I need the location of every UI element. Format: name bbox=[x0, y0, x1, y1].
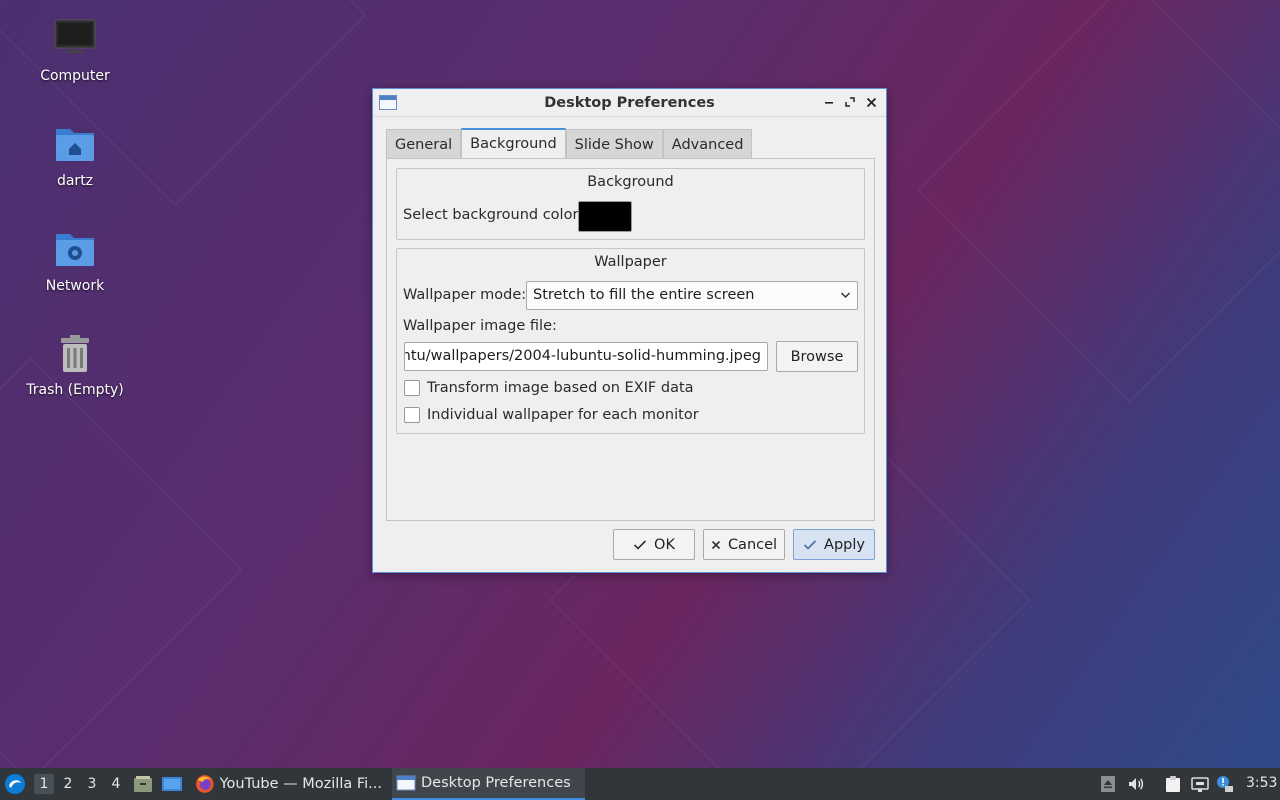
eject-icon[interactable] bbox=[1099, 775, 1117, 793]
wallpaper-mode-value: Stretch to fill the entire screen bbox=[533, 287, 755, 303]
individual-wallpaper-label: Individual wallpaper for each monitor bbox=[427, 407, 699, 423]
workspace-3-button[interactable]: 3 bbox=[82, 774, 102, 794]
background-tab-panel: Background Select background color: Wall… bbox=[386, 158, 875, 521]
ok-label: OK bbox=[654, 536, 675, 553]
background-color-label: Select background color: bbox=[403, 207, 584, 223]
desktop-preferences-dialog: Desktop Preferences General Background S… bbox=[372, 88, 887, 573]
window-icon bbox=[396, 775, 416, 791]
background-color-button[interactable] bbox=[578, 201, 632, 232]
task-desktop-preferences[interactable]: Desktop Preferences bbox=[392, 768, 585, 800]
checkmark-icon bbox=[803, 539, 817, 550]
clock[interactable]: 3:53 bbox=[1246, 775, 1277, 791]
title-bar[interactable]: Desktop Preferences bbox=[373, 89, 886, 117]
workspace-2-button[interactable]: 2 bbox=[58, 774, 78, 794]
workspace-1-button[interactable]: 1 bbox=[34, 774, 54, 794]
desktop-icon-home[interactable]: dartz bbox=[20, 123, 130, 189]
exif-label: Transform image based on EXIF data bbox=[427, 380, 694, 396]
desktop-icon-label: Computer bbox=[40, 68, 110, 84]
wallpaper-group: Wallpaper Wallpaper mode: Stretch to fil… bbox=[396, 248, 865, 434]
wallpaper-file-input[interactable]: ›untu/wallpapers/2004-lubuntu-solid-humm… bbox=[404, 342, 768, 371]
dialog-title: Desktop Preferences bbox=[544, 94, 715, 111]
wallpaper-group-title: Wallpaper bbox=[594, 254, 667, 270]
desktop-icon-trash[interactable]: Trash (Empty) bbox=[20, 332, 130, 398]
show-desktop-launcher[interactable] bbox=[161, 768, 185, 800]
monitor-checkbox-row[interactable]: Individual wallpaper for each monitor bbox=[404, 407, 699, 423]
wallpaper-file-value: ›untu/wallpapers/2004-lubuntu-solid-humm… bbox=[404, 348, 761, 364]
desktop-icon bbox=[162, 777, 182, 791]
tab-bar: General Background Slide Show Advanced bbox=[386, 128, 753, 159]
close-button[interactable] bbox=[862, 93, 880, 111]
file-manager-launcher[interactable] bbox=[133, 768, 155, 800]
chevron-down-icon bbox=[840, 282, 851, 319]
start-menu-button[interactable] bbox=[4, 768, 28, 800]
task-label: Desktop Preferences bbox=[421, 775, 571, 791]
desktop-icon-network[interactable]: Network bbox=[20, 228, 130, 294]
individual-wallpaper-checkbox[interactable] bbox=[404, 407, 420, 423]
update-notifier-icon[interactable] bbox=[1216, 775, 1234, 793]
ok-button[interactable]: OK bbox=[613, 529, 695, 560]
network-status-icon[interactable] bbox=[1191, 775, 1209, 793]
lubuntu-logo-icon bbox=[5, 774, 25, 794]
taskbar: 1 2 3 4 YouTube — Mozilla Fi... Desktop … bbox=[0, 768, 1280, 800]
desktop-icon-label: dartz bbox=[56, 173, 94, 189]
cancel-x-icon bbox=[711, 540, 721, 549]
file-manager-icon bbox=[134, 776, 152, 792]
desktop-icon-label: Trash (Empty) bbox=[26, 382, 124, 398]
background-group-title: Background bbox=[587, 174, 674, 190]
maximize-icon bbox=[845, 97, 855, 107]
tab-slide-show[interactable]: Slide Show bbox=[565, 129, 663, 159]
background-shape bbox=[917, 0, 1280, 403]
desktop-icon-computer[interactable]: Computer bbox=[20, 18, 130, 84]
tab-general[interactable]: General bbox=[386, 129, 462, 159]
minimize-button[interactable] bbox=[820, 93, 838, 111]
tab-advanced[interactable]: Advanced bbox=[662, 129, 753, 159]
maximize-button[interactable] bbox=[841, 93, 859, 111]
apply-button[interactable]: Apply bbox=[793, 529, 875, 560]
task-firefox[interactable]: YouTube — Mozilla Fi... bbox=[191, 768, 386, 800]
desktop-icon-label: Network bbox=[45, 278, 105, 294]
trash-icon bbox=[61, 335, 89, 372]
wallpaper-file-label: Wallpaper image file: bbox=[403, 318, 557, 334]
wallpaper-mode-label: Wallpaper mode: bbox=[403, 287, 527, 303]
network-folder-icon bbox=[56, 234, 94, 266]
computer-icon bbox=[54, 19, 96, 53]
exif-checkbox-row[interactable]: Transform image based on EXIF data bbox=[404, 380, 694, 396]
apply-label: Apply bbox=[824, 536, 865, 553]
exif-checkbox[interactable] bbox=[404, 380, 420, 396]
background-group: Background Select background color: bbox=[396, 168, 865, 240]
background-shape bbox=[0, 357, 243, 783]
task-label: YouTube — Mozilla Fi... bbox=[219, 776, 382, 792]
close-icon bbox=[866, 97, 876, 107]
browse-button[interactable]: Browse bbox=[776, 341, 858, 372]
window-icon bbox=[379, 95, 397, 110]
workspace-4-button[interactable]: 4 bbox=[106, 774, 126, 794]
cancel-label: Cancel bbox=[727, 536, 778, 553]
volume-icon[interactable] bbox=[1127, 775, 1145, 793]
tab-background[interactable]: Background bbox=[461, 128, 566, 159]
firefox-icon bbox=[195, 775, 214, 793]
checkmark-icon bbox=[633, 539, 647, 550]
home-folder-icon bbox=[56, 129, 94, 161]
cancel-button[interactable]: Cancel bbox=[703, 529, 785, 560]
clipboard-icon[interactable] bbox=[1164, 775, 1182, 793]
minimize-icon bbox=[825, 102, 833, 104]
wallpaper-mode-select[interactable]: Stretch to fill the entire screen bbox=[526, 281, 858, 310]
